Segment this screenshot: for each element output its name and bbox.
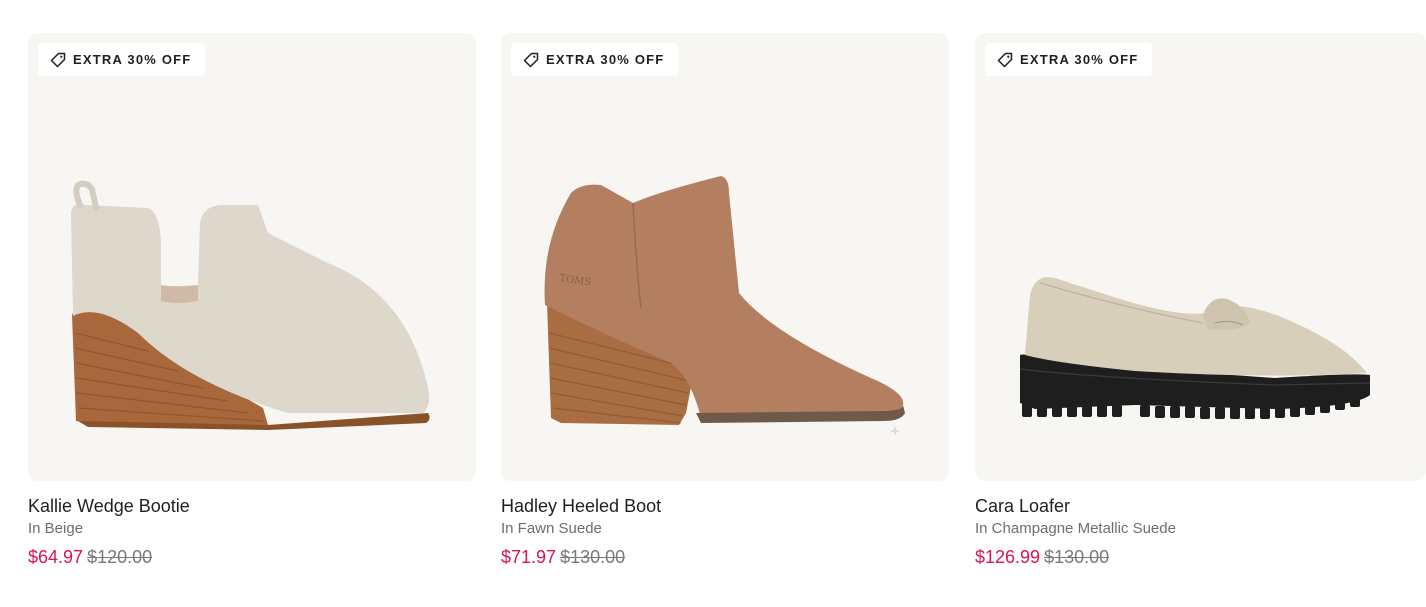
original-price: $120.00 [87, 547, 153, 567]
sale-price: $126.99 [975, 547, 1041, 567]
product-name[interactable]: Hadley Heeled Boot [501, 495, 949, 517]
product-image-wedge-bootie [71, 180, 430, 430]
price-tag-icon [523, 52, 539, 67]
product-card[interactable]: TOMS EXTRA 30% OFF Hadley Heeled Boot In… [501, 33, 949, 568]
product-color: In Beige [28, 520, 84, 537]
product-prices: $64.97 $120.00 [28, 546, 476, 568]
product-image-heeled-boot: TOMS [544, 176, 905, 435]
price-tag-icon [997, 52, 1013, 67]
product-image-link[interactable]: TOMS EXTRA 30% OFF [501, 33, 949, 481]
product-name[interactable]: Cara Loafer [975, 495, 1426, 517]
promo-badge-label: EXTRA 30% OFF [73, 52, 192, 67]
product-image-loafer [1019, 277, 1371, 419]
sale-price: $64.97 [28, 547, 84, 567]
product-grid: EXTRA 30% OFF Kallie Wedge Bootie In Bei… [28, 33, 1426, 593]
product-name[interactable]: Kallie Wedge Bootie [28, 495, 476, 517]
promo-badge: EXTRA 30% OFF [38, 43, 206, 76]
original-price: $130.00 [1044, 547, 1110, 567]
product-card[interactable]: EXTRA 30% OFF Kallie Wedge Bootie In Bei… [28, 33, 476, 568]
product-prices: $126.99 $130.00 [975, 546, 1426, 568]
promo-badge-label: EXTRA 30% OFF [546, 52, 665, 67]
price-tag-icon [50, 52, 66, 67]
product-color: In Fawn Suede [501, 520, 602, 537]
product-prices: $71.97 $130.00 [501, 546, 949, 568]
promo-badge: EXTRA 30% OFF [511, 43, 679, 76]
product-card[interactable]: EXTRA 30% OFF Cara Loafer In Champagne M… [975, 33, 1426, 568]
original-price: $130.00 [560, 547, 626, 567]
product-image-link[interactable]: EXTRA 30% OFF [975, 33, 1426, 481]
product-color: In Champagne Metallic Suede [975, 520, 1176, 537]
promo-badge: EXTRA 30% OFF [985, 43, 1153, 76]
promo-badge-label: EXTRA 30% OFF [1020, 52, 1139, 67]
product-image-link[interactable]: EXTRA 30% OFF [28, 33, 476, 481]
sale-price: $71.97 [501, 547, 557, 567]
